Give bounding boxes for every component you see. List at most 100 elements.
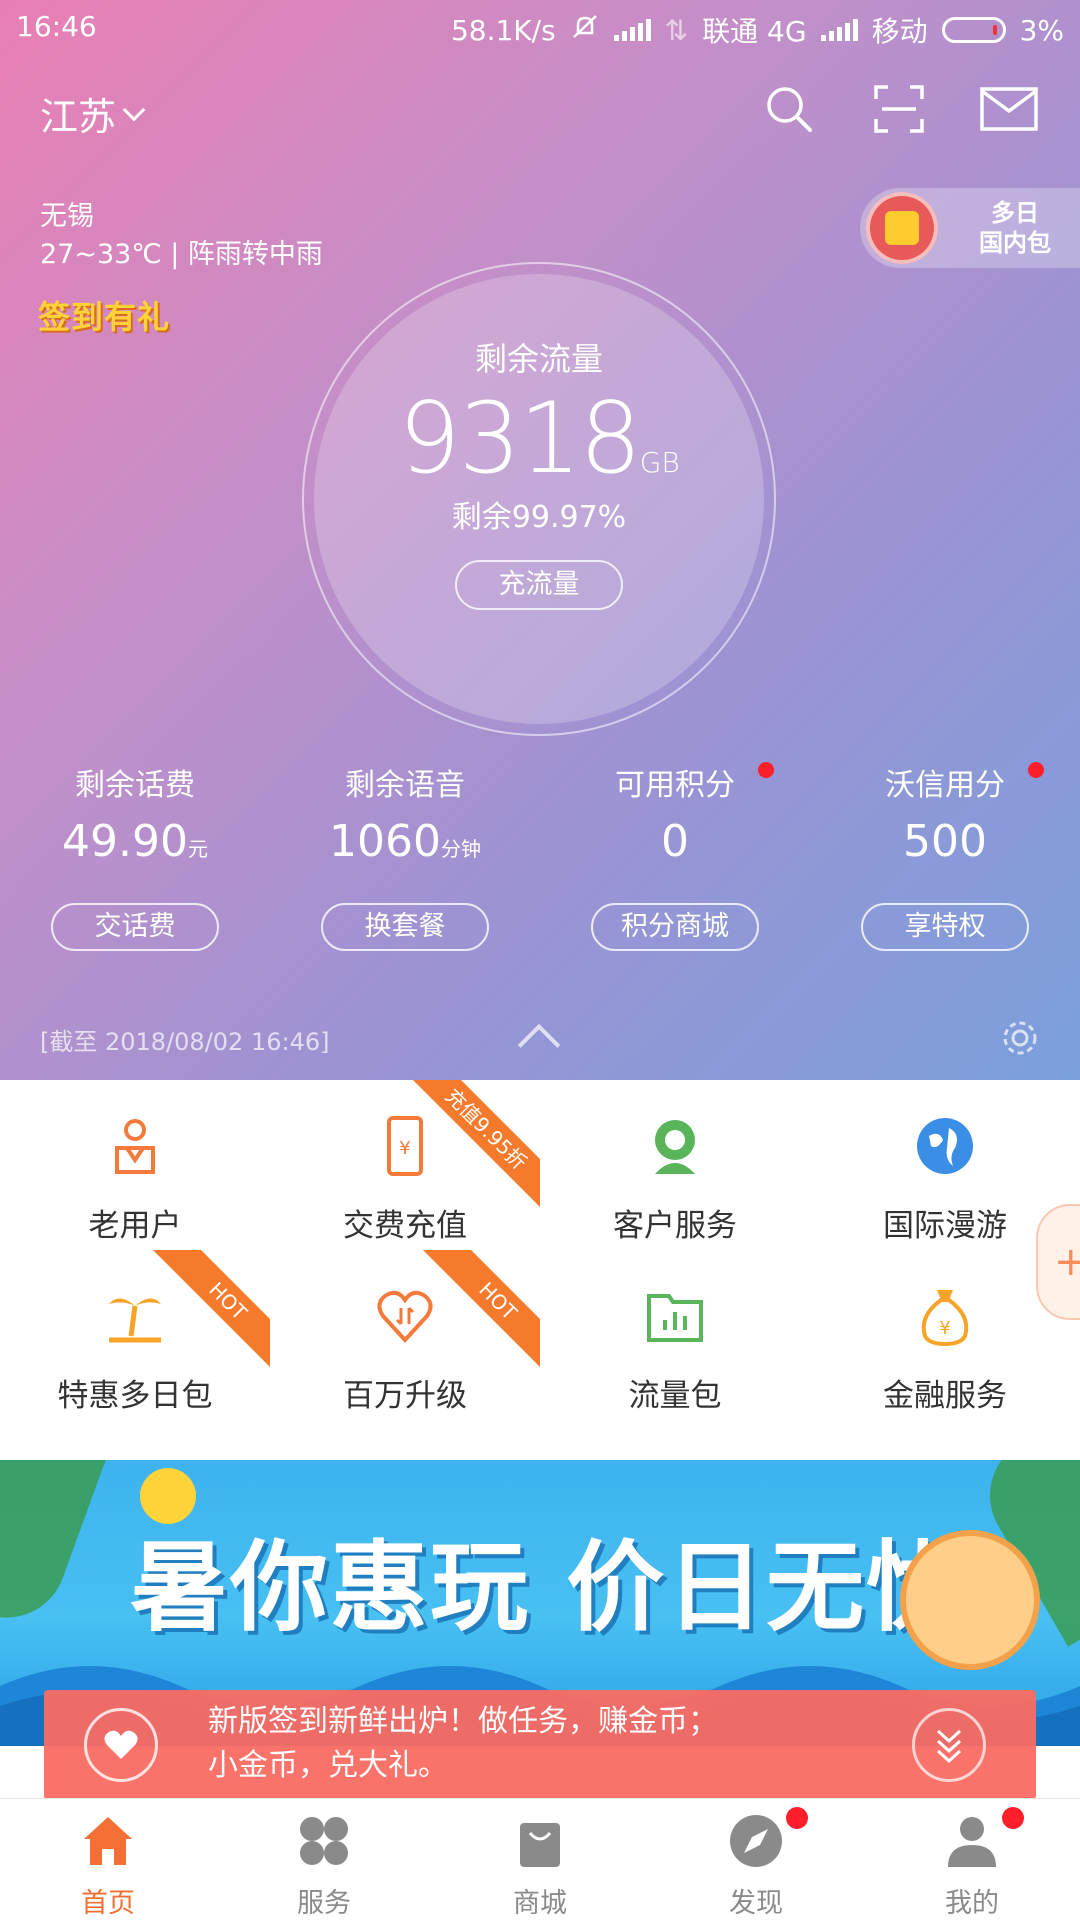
remaining-data-percent: 剩余99.97% xyxy=(451,500,627,535)
notification-dot xyxy=(786,1807,808,1829)
money-bag-icon: ¥ xyxy=(915,1286,975,1347)
floating-plus-button[interactable]: + xyxy=(1036,1204,1080,1320)
service-million-upgrade[interactable]: 百万升级 HOT xyxy=(270,1250,540,1420)
tab-home[interactable]: 首页 xyxy=(0,1799,216,1920)
checkin-notice[interactable]: 新版签到新鲜出炉！做任务，赚金币； 小金币，兑大礼。 xyxy=(44,1690,1036,1800)
service-label: 老用户 xyxy=(88,1208,182,1244)
weather-forecast: 27~33℃ | 阵雨转中雨 xyxy=(40,239,323,270)
province-selector[interactable]: 江苏 xyxy=(40,86,146,141)
privileges-button[interactable]: 享特权 xyxy=(861,903,1029,951)
stat-value: 1060 xyxy=(329,816,441,867)
province-label: 江苏 xyxy=(40,95,117,139)
phone-recharge-icon: ¥ xyxy=(375,1116,435,1176)
tab-label: 服务 xyxy=(297,1888,351,1919)
service-customer-service[interactable]: 客户服务 xyxy=(540,1080,810,1250)
svg-text:¥: ¥ xyxy=(399,1138,410,1159)
account-stats: 剩余话费 49.90元 交话费 剩余语音 1060分钟 换套餐 可用积分 0 积… xyxy=(0,760,1080,951)
stat-unit: 元 xyxy=(187,837,208,861)
remaining-data-circle: 剩余流量 9318GB 剩余99.97% 充流量 xyxy=(314,274,764,724)
shopping-bag-icon xyxy=(512,1813,568,1869)
tab-label: 首页 xyxy=(81,1888,135,1919)
cartoon-kid-decoration xyxy=(900,1530,1040,1670)
notification-dot xyxy=(1028,762,1044,778)
carrier-unicom: 联通 4G xyxy=(702,15,807,48)
checkin-reward-button[interactable]: 签到有礼 xyxy=(38,292,170,338)
service-label: 百万升级 xyxy=(343,1378,467,1414)
stat-title: 剩余话费 xyxy=(75,768,195,803)
recharge-data-button[interactable]: 充流量 xyxy=(455,560,623,610)
stat-value: 500 xyxy=(903,816,987,867)
service-data-pack[interactable]: 流量包 xyxy=(540,1250,810,1420)
notice-line2: 小金币，兑大礼。 xyxy=(208,1748,448,1783)
home-icon xyxy=(80,1813,136,1869)
grid-icon xyxy=(296,1813,352,1869)
scan-icon[interactable] xyxy=(870,84,928,134)
notification-dot xyxy=(758,762,774,778)
tab-profile[interactable]: 我的 xyxy=(864,1799,1080,1920)
palm-leaf-decoration xyxy=(0,1460,111,1635)
globe-icon xyxy=(915,1116,975,1176)
double-chevron-down-icon[interactable] xyxy=(912,1708,986,1782)
palm-tree-icon xyxy=(105,1286,165,1346)
tab-label: 我的 xyxy=(945,1888,999,1919)
bottom-tab-bar: 首页 服务 商城 发现 我的 xyxy=(0,1798,1080,1920)
tab-services[interactable]: 服务 xyxy=(216,1799,432,1920)
stat-voice: 剩余语音 1060分钟 换套餐 xyxy=(270,760,540,951)
mute-icon xyxy=(570,13,600,48)
carrier-mobile: 移动 xyxy=(871,15,928,48)
folder-chart-icon xyxy=(645,1286,705,1346)
old-user-icon xyxy=(105,1116,165,1176)
battery-percent: 3% xyxy=(1019,13,1064,47)
weather-info: 无锡 27~33℃ | 阵雨转中雨 xyxy=(40,198,323,274)
heart-upgrade-icon xyxy=(375,1286,435,1346)
tab-label: 发现 xyxy=(729,1888,783,1919)
svg-text:¥: ¥ xyxy=(939,1318,950,1339)
service-label: 特惠多日包 xyxy=(57,1378,213,1414)
points-mall-button[interactable]: 积分商城 xyxy=(591,903,759,951)
service-multi-day-pack[interactable]: 特惠多日包 HOT xyxy=(0,1250,270,1420)
tab-discover[interactable]: 发现 xyxy=(648,1799,864,1920)
tab-mall[interactable]: 商城 xyxy=(432,1799,648,1920)
heart-icon xyxy=(84,1708,158,1782)
profile-icon xyxy=(944,1813,1000,1869)
hero-panel: 16:46 58.1K/s ⇅ 联通 4G 移动 3% 江苏 无锡 27~33℃… xyxy=(0,0,1080,1080)
stat-value: 0 xyxy=(661,816,689,867)
stat-balance: 剩余话费 49.90元 交话费 xyxy=(0,760,270,951)
gear-icon[interactable] xyxy=(1000,1018,1040,1062)
pay-bill-button[interactable]: 交话费 xyxy=(51,903,219,951)
multi-day-package-badge[interactable]: 多日 国内包 xyxy=(860,188,1080,268)
service-label: 客户服务 xyxy=(613,1208,737,1244)
notification-dot xyxy=(1002,1807,1024,1829)
change-plan-button[interactable]: 换套餐 xyxy=(321,903,489,951)
wifi-package-icon xyxy=(866,192,938,264)
chevron-down-icon xyxy=(122,98,146,121)
stat-points: 可用积分 0 积分商城 xyxy=(540,760,810,951)
notice-line1: 新版签到新鲜出炉！做任务，赚金币； xyxy=(208,1704,718,1739)
stat-title: 剩余语音 xyxy=(345,768,465,803)
search-icon[interactable] xyxy=(760,84,818,134)
status-time: 16:46 xyxy=(16,10,97,43)
signal-icon xyxy=(613,19,651,41)
weather-city: 无锡 xyxy=(40,201,94,232)
service-label: 金融服务 xyxy=(883,1378,1007,1414)
package-badge-line2: 国内包 xyxy=(979,229,1051,257)
stat-value: 49.90 xyxy=(62,816,188,867)
collapse-chevron-up-icon[interactable] xyxy=(517,1023,561,1067)
data-arrows-icon: ⇅ xyxy=(664,13,689,47)
network-speed: 58.1K/s xyxy=(450,13,556,47)
remaining-data-label: 剩余流量 xyxy=(474,340,603,378)
service-grid: 老用户 ¥ 交费充值 充值9.95折 客户服务 国际漫游 特惠多日包 HOT 百… xyxy=(0,1080,1080,1460)
status-bar: 16:46 58.1K/s ⇅ 联通 4G 移动 3% xyxy=(0,0,1080,56)
banner-headline: 暑你惠玩 价日无忧 xyxy=(130,1531,967,1645)
service-old-user[interactable]: 老用户 xyxy=(0,1080,270,1250)
compass-icon xyxy=(728,1813,784,1869)
signal-icon-2 xyxy=(820,19,858,41)
package-badge-line1: 多日 xyxy=(991,199,1039,227)
battery-icon xyxy=(941,17,1006,43)
stat-unit: 分钟 xyxy=(440,837,481,861)
remaining-data-unit: GB xyxy=(639,446,680,479)
service-label: 交费充值 xyxy=(343,1208,467,1244)
mail-icon[interactable] xyxy=(980,84,1038,134)
service-label: 流量包 xyxy=(628,1378,722,1414)
service-payment-recharge[interactable]: ¥ 交费充值 充值9.95折 xyxy=(270,1080,540,1250)
